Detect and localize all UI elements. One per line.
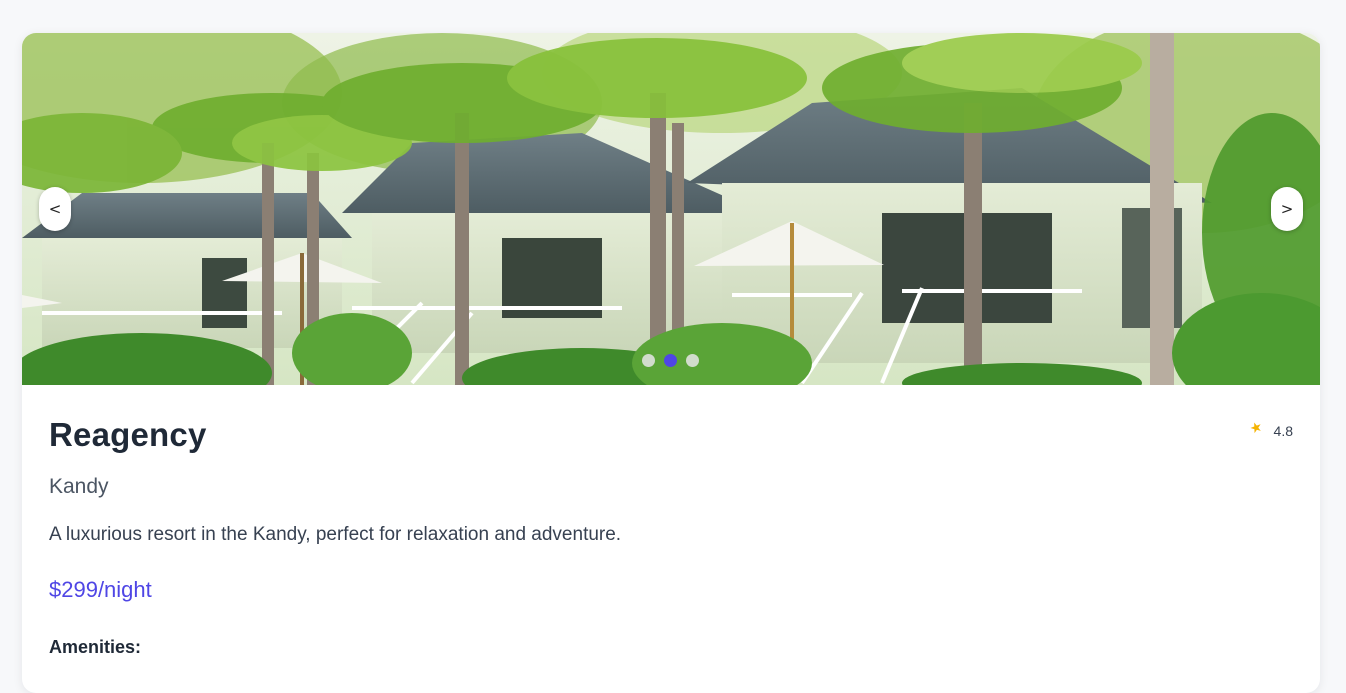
hotel-location: Kandy — [49, 475, 109, 498]
carousel-indicators — [642, 354, 699, 367]
image-carousel: < > — [22, 33, 1320, 385]
hotel-card: < > Reagency ★ 4.8 Kandy A luxurious res… — [22, 33, 1320, 693]
carousel-dot-2[interactable] — [664, 354, 677, 367]
carousel-dot-1[interactable] — [642, 354, 655, 367]
carousel-prev-button[interactable]: < — [39, 187, 71, 231]
hotel-price: $299/night — [49, 577, 152, 602]
carousel-dot-3[interactable] — [686, 354, 699, 367]
amenities-heading: Amenities: — [49, 637, 142, 657]
hotel-photo — [22, 33, 1320, 385]
hotel-name: Reagency — [49, 416, 207, 453]
star-icon: ★ — [1247, 418, 1265, 438]
hotel-description: A luxurious resort in the Kandy, perfect… — [49, 524, 622, 545]
rating-value: 4.8 — [1273, 423, 1293, 439]
hotel-rating: ★ 4.8 — [1248, 419, 1293, 439]
carousel-next-button[interactable]: > — [1271, 187, 1303, 231]
